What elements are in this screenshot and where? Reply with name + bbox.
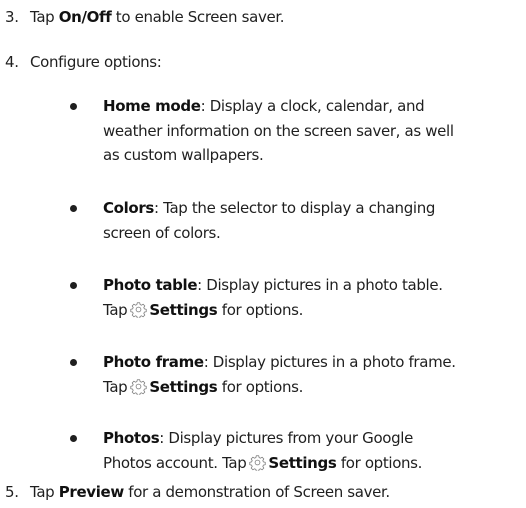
ui-term-on-off: On/Off [58,8,112,26]
settings-gear-icon [130,378,147,395]
step-text: Configure options: [30,53,162,71]
ui-term-preview: Preview [58,483,124,501]
settings-gear-icon [249,454,267,471]
bullet-point [70,435,77,442]
settings-gear-icon [130,301,147,318]
option-text: Photo frame: Display pictures in a photo… [103,353,456,396]
step-number: 3. [5,8,19,26]
bullet-point [70,103,77,110]
option-text: Home mode: Display a clock, calendar, an… [103,97,454,164]
option-text: Colors: Tap the selector to display a ch… [103,199,436,242]
step-number: 5. [5,483,19,501]
bullet-point [70,205,77,212]
bullet-point [70,282,77,289]
step-text: Tap On/Off to enable Screen saver. [30,8,285,26]
step-number: 4. [5,53,19,71]
step-text: Tap Preview for a demonstration of Scree… [30,483,390,501]
option-text: Photos: Display pictures from your Googl… [103,429,423,472]
bullet-point [70,359,77,366]
option-text: Photo table: Display pictures in a photo… [103,276,443,319]
